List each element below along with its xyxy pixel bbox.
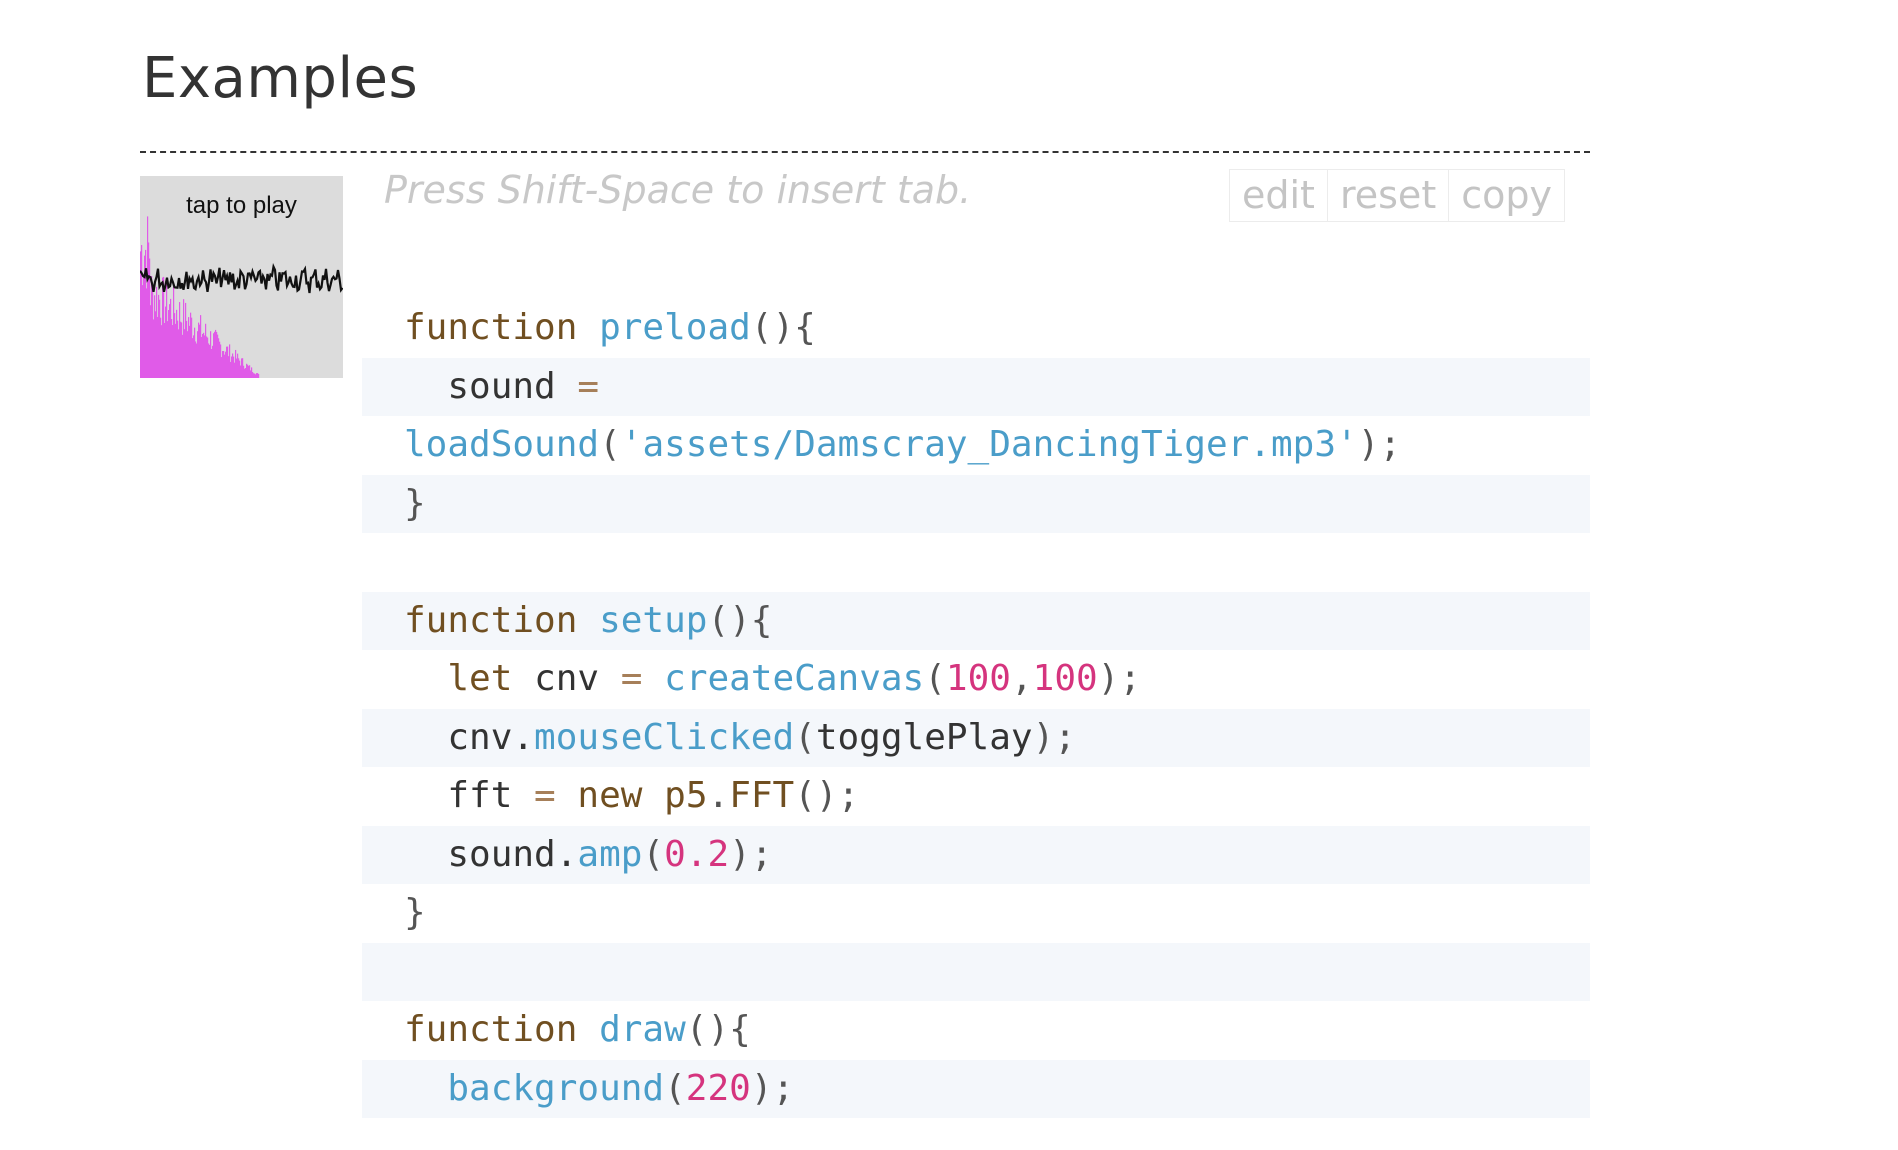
code-token: ( <box>664 1067 686 1109</box>
code-line: let cnv = createCanvas(100,100); <box>362 650 1590 709</box>
code-token: = <box>620 658 643 699</box>
code-token: ( <box>642 833 665 875</box>
code-line: } <box>362 474 1590 533</box>
code-token: ); <box>750 1067 795 1109</box>
code-token: = <box>534 775 556 816</box>
code-token: ( <box>924 658 946 699</box>
code-token: cnv. <box>404 716 535 758</box>
code-token: togglePlay <box>815 716 1033 758</box>
code-token: amp <box>577 833 643 875</box>
code-token: (){ <box>707 599 773 641</box>
code-token: function <box>404 307 578 348</box>
section-title: Examples <box>142 46 419 111</box>
code-token: ( <box>794 716 816 758</box>
code-token: cnv <box>512 658 621 699</box>
editor-hint: Press Shift-Space to insert tab. <box>384 168 972 212</box>
code-line: fft = new p5.FFT(); <box>362 767 1590 826</box>
code-token: (){ <box>685 1009 751 1050</box>
edit-button[interactable]: edit <box>1229 169 1328 222</box>
code-token: , <box>1010 658 1033 699</box>
code-line: function draw(){ <box>362 1001 1590 1060</box>
code-token: createCanvas <box>664 658 925 699</box>
code-token: let <box>447 658 513 699</box>
code-token: 100 <box>1032 658 1098 699</box>
code-token: . <box>707 775 730 816</box>
code-line: } <box>362 884 1590 943</box>
code-line: ​ <box>362 942 1590 1001</box>
code-token: sound <box>404 365 578 407</box>
code-token: new <box>577 775 643 816</box>
code-token: = <box>577 365 600 407</box>
code-token: p5 <box>664 775 708 816</box>
code-token: ); <box>1097 658 1142 699</box>
code-token: ); <box>1357 424 1402 465</box>
code-token: 100 <box>945 658 1011 699</box>
code-token: draw <box>599 1009 686 1050</box>
code-line: function setup(){ <box>362 591 1590 650</box>
code-token: 0.2 <box>664 833 730 875</box>
code-token: 'assets/Damscray_DancingTiger.mp3' <box>620 424 1358 465</box>
code-line: sound.amp(0.2); <box>362 825 1590 884</box>
code-token: } <box>404 892 426 933</box>
code-token: (){ <box>750 307 816 348</box>
code-token: FFT <box>729 775 795 816</box>
code-token: fft <box>404 775 535 816</box>
code-line: sound = <box>362 357 1590 416</box>
code-token: loadSound <box>404 424 600 465</box>
reset-button[interactable]: reset <box>1326 169 1450 222</box>
code-line: cnv.mouseClicked(togglePlay); <box>362 708 1590 767</box>
code-token: preload <box>599 307 751 348</box>
code-line: background(220); <box>362 1059 1590 1118</box>
code-token: 220 <box>685 1067 751 1109</box>
sketch-preview-canvas[interactable]: tap to play <box>140 176 343 378</box>
copy-button[interactable]: copy <box>1448 169 1565 222</box>
code-token: ( <box>599 424 621 465</box>
code-token: setup <box>599 599 708 641</box>
code-token: mouseClicked <box>534 716 795 758</box>
code-token: } <box>404 482 426 524</box>
section-divider <box>140 151 1590 153</box>
code-editor[interactable]: function preload(){ sound = loadSound('as… <box>362 299 1590 1118</box>
code-line: loadSound('assets/Damscray_DancingTiger.… <box>362 416 1590 475</box>
code-token: (); <box>794 775 860 816</box>
code-token: background <box>447 1067 665 1109</box>
code-line: function preload(){ <box>362 299 1590 358</box>
editor-toolbar: edit reset copy <box>1229 169 1565 222</box>
code-token: ); <box>729 833 773 875</box>
tap-to-play-label: tap to play <box>186 192 297 219</box>
code-token: ); <box>1032 716 1076 758</box>
code-token: function <box>404 599 578 641</box>
code-token: function <box>404 1009 578 1050</box>
code-token: sound. <box>404 833 578 875</box>
code-line: ​ <box>362 533 1590 592</box>
